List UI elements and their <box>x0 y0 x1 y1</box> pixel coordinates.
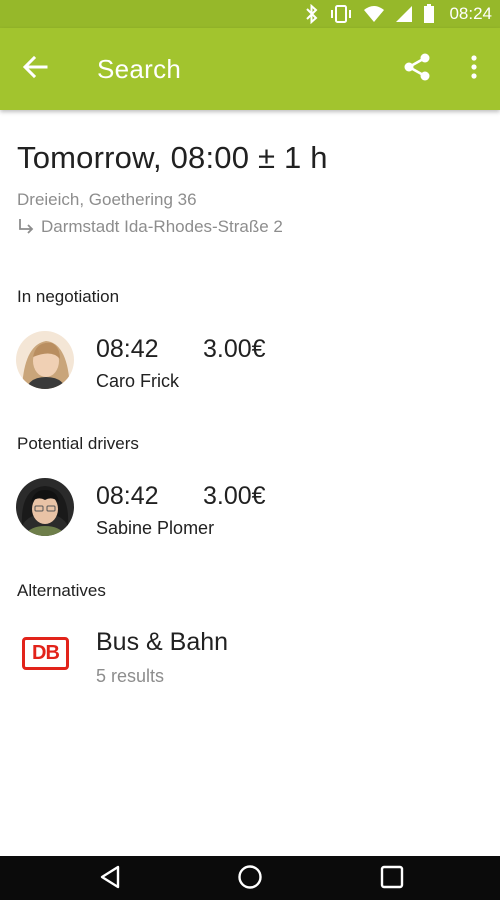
list-item[interactable]: DB Bus & Bahn 5 results <box>0 625 500 695</box>
wifi-icon <box>363 5 385 23</box>
arrow-back-icon <box>22 54 48 85</box>
list-item[interactable]: 08:42 3.00€ Caro Frick <box>0 331 500 401</box>
page-title: Search <box>97 54 182 84</box>
list-item[interactable]: 08:42 3.00€ Sabine Plomer <box>0 478 500 548</box>
share-icon <box>402 52 432 87</box>
more-vert-icon <box>470 54 478 84</box>
destination-label: Darmstadt Ida-Rhodes-Straße 2 <box>41 217 283 236</box>
section-title-alternatives: Alternatives <box>17 581 106 600</box>
destination-address: Darmstadt Ida-Rhodes-Straße 2 <box>17 217 283 237</box>
nav-back-button[interactable] <box>90 862 130 896</box>
subdirectory-arrow-icon <box>17 218 35 236</box>
avatar <box>16 331 74 389</box>
nav-recents-button[interactable] <box>372 862 412 896</box>
recents-square-icon <box>380 865 404 894</box>
vibrate-icon <box>329 4 353 24</box>
signal-icon <box>395 5 413 23</box>
more-options-button[interactable] <box>462 52 486 86</box>
section-title-potential-drivers: Potential drivers <box>17 434 139 453</box>
section-title-negotiation: In negotiation <box>17 287 120 306</box>
home-circle-icon <box>237 864 263 895</box>
origin-address: Dreieich, Goethering 36 <box>17 190 197 209</box>
trip-time: Tomorrow, 08:00 ± 1 h <box>17 140 328 175</box>
back-triangle-icon <box>99 865 121 894</box>
app-bar: Search <box>0 28 500 110</box>
avatar <box>16 478 74 536</box>
back-button[interactable] <box>18 52 52 86</box>
price: 3.00€ <box>203 335 266 363</box>
departure-time: 08:42 <box>96 482 159 510</box>
departure-time: 08:42 <box>96 335 159 363</box>
nav-home-button[interactable] <box>230 862 270 896</box>
db-logo: DB <box>22 637 69 670</box>
driver-name: Caro Frick <box>96 371 180 391</box>
alternative-title: Bus & Bahn <box>96 628 229 656</box>
driver-name: Sabine Plomer <box>96 518 215 538</box>
price: 3.00€ <box>203 482 266 510</box>
status-time: 08:24 <box>449 4 492 23</box>
alternative-subtitle: 5 results <box>96 666 165 686</box>
battery-icon <box>423 4 435 24</box>
system-nav-bar <box>0 856 500 900</box>
bluetooth-icon <box>305 4 319 24</box>
status-bar: 08:24 <box>0 0 500 28</box>
share-button[interactable] <box>400 52 434 86</box>
